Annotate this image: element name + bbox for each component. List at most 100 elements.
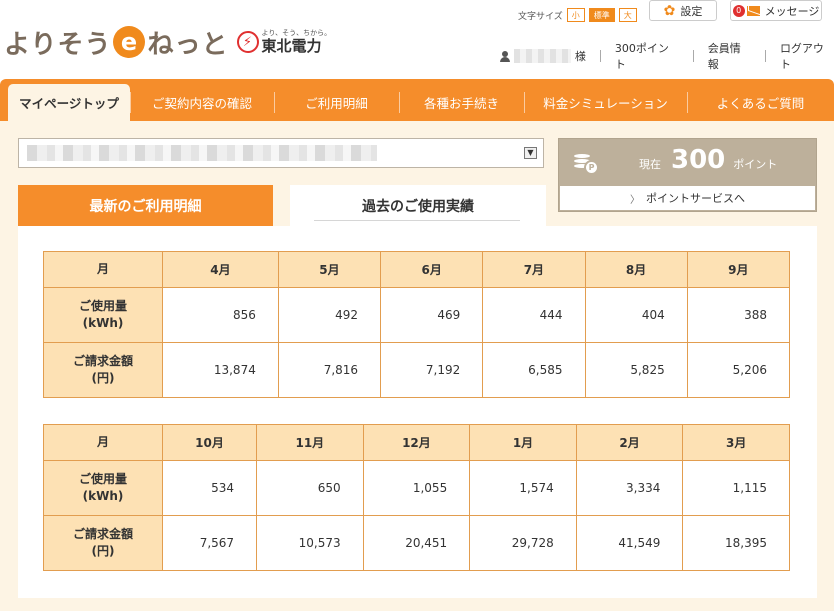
month-cell: 6月 <box>380 251 484 288</box>
usage-cell: 469 <box>380 287 484 343</box>
tab-underline <box>314 220 520 221</box>
font-size-large-button[interactable]: 大 <box>618 8 637 22</box>
chevron-right-icon: 〉 <box>630 194 640 206</box>
usage-cell: 444 <box>482 287 586 343</box>
charge-cell: 7,567 <box>161 515 258 571</box>
month-cell: 2月 <box>575 424 684 461</box>
usage-unit: (kWh) <box>82 489 124 503</box>
usage-label: ご使用量 <box>78 472 127 486</box>
usage-table-apr-sep: 月 4月 5月 6月 7月 8月 9月 ご使用量 (kWh) 856 492 4… <box>43 251 791 398</box>
charge-row-header: ご請求金額 (円) <box>43 515 163 571</box>
settings-label: 設定 <box>680 4 703 18</box>
usage-cell: 1,574 <box>469 460 577 516</box>
gear-icon: ✿ <box>663 2 676 19</box>
usage-cell: 534 <box>161 460 258 516</box>
coins-icon: P <box>571 149 601 177</box>
month-cell: 10月 <box>161 424 258 461</box>
usage-panel: 月 4月 5月 6月 7月 8月 9月 ご使用量 (kWh) 856 492 4… <box>18 226 817 598</box>
points-box: P 現在 300 ポイント 〉 ポイントサービスへ <box>558 138 817 212</box>
points-text: 現在 300 ポイント <box>639 145 777 175</box>
month-cell: 3月 <box>682 424 790 461</box>
nav-mypage-top[interactable]: マイページトップ <box>8 84 130 121</box>
nav-rate-simulation[interactable]: 料金シミュレーション <box>524 84 687 121</box>
content-area: ▼ P 現在 300 ポイント 〉 ポイントサービスへ 最新のご利用明細 過去の… <box>0 121 834 611</box>
point-service-link[interactable]: 〉 ポイントサービスへ <box>560 186 815 210</box>
charge-label: ご請求金額 <box>72 354 133 368</box>
font-size-label: 文字サイズ <box>518 11 563 22</box>
charge-unit: (円) <box>91 544 115 558</box>
usage-row-header: ご使用量 (kWh) <box>43 287 163 343</box>
nav-items: マイページトップ ご契約内容の確認 ご利用明細 各種お手続き 料金シミュレーショ… <box>8 84 834 121</box>
usage-table-oct-mar: 月 10月 11月 12月 1月 2月 3月 ご使用量 (kWh) 534 65… <box>43 424 790 571</box>
month-header: 月 <box>43 251 163 288</box>
charge-cell: 6,585 <box>482 342 586 398</box>
contract-select[interactable]: ▼ <box>18 138 544 168</box>
nav-usage-statement[interactable]: ご利用明細 <box>274 84 399 121</box>
logo-e-mark: e <box>113 26 146 58</box>
month-cell: 11月 <box>256 424 364 461</box>
charge-cell: 7,192 <box>380 342 484 398</box>
usage-cell: 388 <box>686 287 791 343</box>
user-name-suffix: 様 <box>574 50 586 63</box>
month-cell: 8月 <box>584 251 688 288</box>
nav-contract-details[interactable]: ご契約内容の確認 <box>130 84 274 121</box>
table-header-row: 月 10月 11月 12月 1月 2月 3月 <box>43 424 790 461</box>
main-nav: マイページトップ ご契約内容の確認 ご利用明細 各種お手続き 料金シミュレーショ… <box>0 79 834 121</box>
points-unit: ポイント <box>733 158 778 171</box>
mail-icon <box>746 5 760 16</box>
usage-cell: 650 <box>256 460 364 516</box>
charge-cell: 13,874 <box>162 342 279 398</box>
charge-cell: 20,451 <box>362 515 471 571</box>
nav-faq[interactable]: よくあるご質問 <box>687 84 834 121</box>
messages-button[interactable]: 0 メッセージ <box>730 0 822 21</box>
tab-latest-statement[interactable]: 最新のご利用明細 <box>18 185 273 226</box>
contract-address-redacted <box>27 145 377 161</box>
settings-button[interactable]: ✿ 設定 <box>649 0 717 21</box>
points-link[interactable]: 300ポイント <box>615 40 679 72</box>
font-size-small-button[interactable]: 小 <box>566 8 585 22</box>
points-now-label: 現在 <box>639 158 661 171</box>
charge-label: ご請求金額 <box>72 527 133 541</box>
user-icon <box>500 50 510 62</box>
month-cell: 12月 <box>362 424 471 461</box>
messages-label: メッセージ <box>764 4 820 18</box>
charge-cell: 7,816 <box>277 342 382 398</box>
user-name-redacted <box>513 49 571 63</box>
month-cell: 1月 <box>469 424 577 461</box>
month-cell: 4月 <box>162 251 279 288</box>
charge-cell: 18,395 <box>682 515 790 571</box>
logo-text: よりそう e ねっと <box>4 24 229 61</box>
usage-cell: 492 <box>277 287 382 343</box>
usage-cell: 856 <box>162 287 279 343</box>
charge-cell: 41,549 <box>575 515 684 571</box>
points-summary: P 現在 300 ポイント <box>559 139 816 187</box>
utility-name: 東北電力 <box>261 37 322 55</box>
member-info-link[interactable]: 会員情報 <box>708 40 751 72</box>
font-size-selector: 文字サイズ 小 標準 大 <box>518 8 637 22</box>
table-row: ご使用量 (kWh) 534 650 1,055 1,574 3,334 1,1… <box>43 460 790 516</box>
divider <box>764 50 766 62</box>
user-links: 様 300ポイント 会員情報 ログアウト <box>500 42 834 71</box>
charge-cell: 29,728 <box>469 515 577 571</box>
nav-procedures[interactable]: 各種お手続き <box>399 84 524 121</box>
site-logo[interactable]: よりそう e ねっと ⚡ より、そう、ちから。 東北電力 <box>4 22 331 62</box>
usage-cell: 1,115 <box>682 460 790 516</box>
usage-row-header: ご使用量 (kWh) <box>43 460 163 516</box>
logo-text-pre: よりそう <box>4 29 112 60</box>
charge-row-header: ご請求金額 (円) <box>43 342 163 398</box>
chevron-down-icon[interactable]: ▼ <box>524 147 537 159</box>
table-row: ご請求金額 (円) 7,567 10,573 20,451 29,728 41,… <box>43 515 790 571</box>
usage-label: ご使用量 <box>78 299 127 313</box>
charge-cell: 10,573 <box>256 515 364 571</box>
tab-past-usage-label: 過去のご使用実績 <box>362 199 474 215</box>
page: よりそう e ねっと ⚡ より、そう、ちから。 東北電力 文字サイズ 小 標準 … <box>0 0 834 611</box>
month-cell: 9月 <box>686 251 791 288</box>
utility-logo: ⚡ より、そう、ちから。 東北電力 <box>236 29 331 55</box>
font-size-standard-button[interactable]: 標準 <box>588 8 615 22</box>
lightning-icon: ⚡ <box>236 31 259 53</box>
divider <box>692 50 694 62</box>
usage-unit: (kWh) <box>82 316 124 330</box>
message-count-badge: 0 <box>732 4 745 17</box>
tab-past-usage[interactable]: 過去のご使用実績 <box>290 185 546 231</box>
logout-link[interactable]: ログアウト <box>780 40 834 72</box>
